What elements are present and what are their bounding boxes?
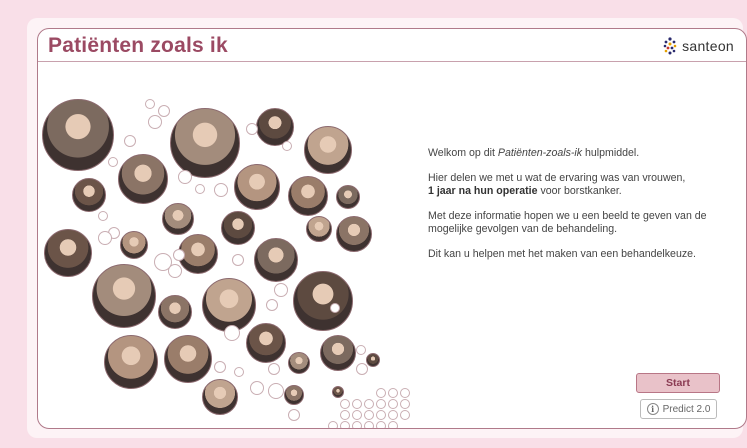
patient-photo (120, 231, 148, 259)
patient-photo-collage (38, 63, 418, 428)
intro-text: Welkom op dit Patiënten-zoals-ik hulpmid… (428, 147, 733, 273)
logo-text: santeon (682, 38, 734, 54)
santeon-logo: santeon (662, 35, 734, 57)
empty-circle (376, 410, 386, 420)
patient-photo (336, 216, 372, 252)
patient-photo (332, 386, 344, 398)
patient-photo (246, 323, 286, 363)
intro-paragraph-welcome: Welkom op dit Patiënten-zoals-ik hulpmid… (428, 147, 640, 159)
patient-photo (92, 264, 156, 328)
empty-circle (124, 135, 136, 147)
empty-circle (274, 283, 288, 297)
tool-name: Patiënten-zoals-ik (497, 147, 583, 159)
empty-circle (330, 303, 340, 313)
patient-photo (221, 211, 255, 245)
patient-photo (320, 335, 356, 371)
empty-circle (388, 410, 398, 420)
empty-circle (328, 421, 338, 428)
intro-paragraph-info: Met deze informatie hopen we u een beeld… (428, 210, 707, 235)
empty-circle (168, 264, 182, 278)
empty-circle (268, 363, 280, 375)
empty-circle (282, 141, 292, 151)
empty-circle (356, 363, 368, 375)
patient-photo (158, 295, 192, 329)
app-frame: Patiënten zoals ik santeon Welkom op dit… (37, 28, 747, 429)
empty-circle (340, 399, 350, 409)
patient-photo (288, 176, 328, 216)
empty-circle (214, 361, 226, 373)
empty-circle (376, 421, 386, 428)
patient-photo (42, 99, 114, 171)
empty-circle (364, 399, 374, 409)
empty-circle (356, 345, 366, 355)
patient-photo (72, 178, 106, 212)
header: Patiënten zoals ik santeon (38, 29, 746, 62)
empty-circle (250, 381, 264, 395)
patient-photo (202, 278, 256, 332)
empty-circle (214, 183, 228, 197)
empty-circle (364, 421, 374, 428)
santeon-logo-icon (663, 37, 677, 55)
empty-circle (400, 410, 410, 420)
patient-photo (118, 154, 168, 204)
empty-circle (364, 410, 374, 420)
empty-circle (376, 388, 386, 398)
empty-circle (400, 399, 410, 409)
patient-photo (104, 335, 158, 389)
intro-emphasis: 1 jaar na hun operatie (428, 185, 538, 197)
start-button[interactable]: Start (636, 373, 720, 393)
patient-photo (336, 185, 360, 209)
empty-circle (178, 170, 192, 184)
empty-circle (195, 184, 205, 194)
patient-photo (164, 335, 212, 383)
empty-circle (388, 421, 398, 428)
patient-photo (44, 229, 92, 277)
intro-paragraph-choice: Dit kan u helpen met het maken van een b… (428, 248, 696, 260)
empty-circle (158, 105, 170, 117)
page-title: Patiënten zoals ik (48, 34, 228, 57)
empty-circle (108, 157, 118, 167)
patient-photo (234, 164, 280, 210)
empty-circle (340, 421, 350, 428)
intro-paragraph-share: Hier delen we met u wat de ervaring was … (428, 172, 686, 197)
empty-circle (98, 231, 112, 245)
empty-circle (388, 399, 398, 409)
empty-circle (232, 254, 244, 266)
empty-circle (352, 399, 362, 409)
empty-circle (145, 99, 155, 109)
empty-circle (376, 399, 386, 409)
patient-photo (170, 108, 240, 178)
predict-button[interactable]: i Predict 2.0 (640, 399, 717, 419)
empty-circle (288, 409, 300, 421)
empty-circle (148, 115, 162, 129)
patient-photo (304, 126, 352, 174)
empty-circle (340, 410, 350, 420)
patient-photo (306, 216, 332, 242)
empty-circle (173, 249, 185, 261)
patient-photo (254, 238, 298, 282)
predict-label: Predict 2.0 (662, 403, 711, 415)
empty-circle (98, 211, 108, 221)
empty-circle (266, 299, 278, 311)
info-icon: i (646, 403, 659, 415)
patient-photo (284, 385, 304, 405)
empty-circle (234, 367, 244, 377)
patient-photo (366, 353, 380, 367)
empty-circle (246, 123, 258, 135)
empty-circle (400, 388, 410, 398)
patient-photo (288, 352, 310, 374)
empty-circle (352, 421, 362, 428)
empty-circle (388, 388, 398, 398)
empty-circle (224, 325, 240, 341)
patient-photo (162, 203, 194, 235)
empty-circle (268, 383, 284, 399)
patient-photo (202, 379, 238, 415)
empty-circle (352, 410, 362, 420)
patient-photo (293, 271, 353, 331)
